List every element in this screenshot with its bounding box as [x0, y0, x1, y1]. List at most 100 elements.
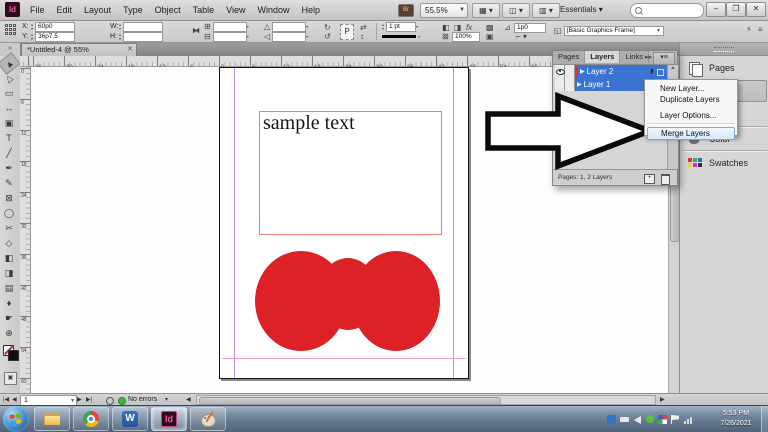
tray-app-icon[interactable] [607, 415, 616, 424]
show-desktop-button[interactable] [761, 406, 768, 432]
taskbar-word-button[interactable]: W [112, 407, 148, 431]
scroll-right-icon[interactable]: ▶ [660, 396, 665, 403]
menu-item-duplicate-layers[interactable]: Duplicate Layers [645, 94, 737, 105]
menu-item[interactable]: Help [295, 0, 326, 20]
free-transform-tool[interactable]: ◇ [0, 236, 18, 251]
rotate-cw-icon[interactable]: ↻ [324, 23, 331, 32]
dock-item-swatches[interactable]: Swatches [682, 152, 767, 174]
zoom-level-dropdown[interactable]: 55.5%▼ [420, 3, 468, 18]
wrap-icon[interactable]: ▣ [486, 32, 494, 41]
lock-toggle[interactable] [565, 65, 575, 78]
menu-item[interactable]: Table [187, 0, 221, 20]
scrollbar-thumb[interactable] [199, 397, 501, 405]
menu-item[interactable]: Type [117, 0, 149, 20]
workspace-switcher[interactable]: Essentials ▾ [560, 3, 603, 16]
disclosure-triangle-icon[interactable]: ▶ [580, 68, 585, 75]
tab-pages[interactable]: Pages [553, 51, 585, 63]
preflight-menu-icon[interactable]: ▾ [165, 396, 168, 403]
scissors-tool[interactable]: ✂ [0, 221, 18, 236]
tray-green-icon[interactable] [646, 415, 654, 423]
arrange-documents-dropdown[interactable]: ▥ ▾ [532, 3, 560, 18]
dock-item-pages[interactable]: Pages [682, 57, 767, 79]
panel-flyout-menu-button[interactable]: ▾≡ [653, 52, 675, 65]
delete-layer-icon[interactable] [661, 174, 670, 185]
zoom-tool[interactable]: ⊕ [0, 326, 18, 341]
menu-item-new-layer[interactable]: New Layer... [645, 83, 737, 94]
corner-options-icon[interactable]: ⊿ [504, 23, 511, 32]
corner-shape-dropdown[interactable]: ⌐ ▾ [516, 32, 527, 41]
rotate-ccw-icon[interactable]: ↺ [324, 32, 331, 41]
gradient-feather-tool[interactable]: ◨ [0, 266, 18, 281]
constrain-proportions-icon[interactable]: ⧓ [192, 26, 200, 35]
page-tool[interactable]: ▭ [0, 86, 18, 101]
fx-icon[interactable]: fx [466, 23, 472, 32]
menu-item[interactable]: Layout [78, 0, 117, 20]
target-square[interactable] [657, 69, 664, 76]
rectangle-tool[interactable]: ◯ [0, 206, 18, 221]
width-field[interactable] [123, 22, 163, 32]
page[interactable]: sample text [219, 67, 469, 379]
object-style-dropdown[interactable]: [Basic Graphics Frame]▼ [564, 26, 664, 36]
restore-button[interactable]: ❐ [726, 2, 746, 17]
taskbar-indesign-button[interactable]: Id [151, 407, 187, 431]
scroll-left-icon[interactable]: ◀ [186, 396, 191, 403]
horizontal-scrollbar[interactable] [196, 395, 656, 405]
stroke-style-dropdown[interactable]: ▾ [418, 35, 422, 39]
menu-item-layer-options[interactable]: Layer Options... [645, 110, 737, 121]
speaker-icon[interactable] [634, 416, 641, 424]
network-icon[interactable] [684, 417, 694, 424]
quick-apply-icon[interactable]: ⚡ [746, 25, 752, 34]
tray-color-icon[interactable] [658, 415, 667, 424]
view-options-dropdown[interactable]: ▦ ▾ [472, 3, 500, 18]
next-page-button[interactable]: ▶ [77, 396, 82, 403]
opacity-field[interactable]: 100% [452, 32, 480, 42]
rectangle-frame-tool[interactable]: ⊠ [0, 191, 18, 206]
hand-tool[interactable]: ☛ [0, 311, 18, 326]
screen-mode-dropdown[interactable]: ◫ ▾ [502, 3, 530, 18]
start-button[interactable] [3, 406, 29, 432]
layer-name[interactable]: Layer 2 [587, 67, 614, 76]
drop-shadow-icon[interactable]: ▩ [486, 23, 494, 32]
tab-layers[interactable]: Layers [585, 51, 620, 63]
pencil-tool[interactable]: ✎ [0, 176, 18, 191]
menu-item-merge-layers[interactable]: Merge Layers [647, 127, 735, 140]
rotation-angle-field[interactable] [272, 22, 306, 32]
collapse-panel-icon[interactable]: ▸▸ [645, 53, 652, 61]
fill-stroke-indicator[interactable] [3, 345, 17, 359]
flip-horizontal-icon[interactable]: ⇄ [360, 23, 367, 32]
shear-angle-field[interactable] [272, 32, 306, 42]
red-bowtie-shape[interactable] [220, 68, 468, 378]
reference-point-proxy[interactable] [5, 24, 16, 35]
menu-item[interactable]: Edit [51, 0, 79, 20]
scale-y-field[interactable] [213, 32, 247, 42]
search-input[interactable] [630, 3, 704, 18]
scale-x-field[interactable] [213, 22, 247, 32]
layer-row-2[interactable]: ▶ Layer 2 ✒ [555, 65, 667, 78]
taskbar-paint-button[interactable] [190, 407, 226, 431]
content-collector-tool[interactable]: ▣ [0, 116, 18, 131]
eyedropper-tool[interactable]: ♦ [0, 296, 18, 311]
height-field[interactable] [123, 32, 163, 42]
stroke-swatch[interactable] [8, 350, 19, 361]
panel-menu-icon[interactable]: ≡ [758, 25, 763, 34]
document-tab[interactable]: *Untitled-4 @ 55%✕ [21, 43, 137, 56]
visibility-toggle[interactable] [555, 65, 565, 78]
bridge-button[interactable]: Br [398, 4, 414, 17]
menu-item[interactable]: File [24, 0, 51, 20]
menu-item[interactable]: View [220, 0, 251, 20]
last-page-button[interactable]: ▶| [86, 396, 92, 403]
battery-icon[interactable] [620, 417, 629, 422]
gradient-swatch-tool[interactable]: ◧ [0, 251, 18, 266]
close-button[interactable]: ✕ [746, 2, 766, 17]
dock-header[interactable] [680, 43, 768, 56]
x-position-field[interactable]: 60p0 [35, 22, 75, 32]
effects-icon[interactable]: ◧ [442, 23, 450, 32]
pen-tool[interactable]: ✒ [0, 161, 18, 176]
action-center-flag-icon[interactable] [671, 415, 680, 424]
transparency-icon[interactable]: ◨ [454, 23, 462, 32]
view-mode-button[interactable]: ▣ [4, 372, 17, 385]
taskbar-explorer-button[interactable] [34, 407, 70, 431]
taskbar-chrome-button[interactable] [73, 407, 109, 431]
previous-page-button[interactable]: ◀ [12, 396, 17, 403]
stroke-weight-field[interactable]: 1 pt [386, 22, 416, 32]
